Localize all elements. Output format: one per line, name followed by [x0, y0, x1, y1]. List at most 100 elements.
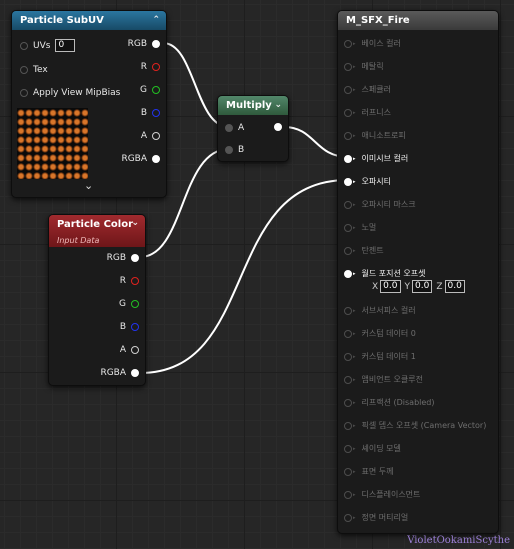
particle-color-node[interactable]: Particle Color Input Data ⌄ RGB R G B A … [48, 214, 146, 386]
material-input-pin[interactable]: ▸ 오파시티 [344, 176, 391, 187]
color-output-r[interactable]: R [120, 276, 139, 286]
wire-color-rgba-to-opacity [139, 179, 349, 374]
multiply-input-a[interactable]: A [225, 123, 244, 133]
pin-filled-icon [152, 155, 160, 163]
pin-arrow-icon: ▸ [353, 399, 356, 406]
pin-green-icon [152, 86, 160, 94]
particle-subuv-node[interactable]: Particle SubUV ⌃ UVs 0 Tex Apply View Mi… [11, 10, 167, 198]
material-input-pin[interactable]: ▸ 메탈릭 [344, 61, 384, 72]
output-b-label: B [119, 322, 126, 332]
material-input-label: 월드 포지션 오프셋 [361, 269, 426, 278]
pin-input-icon [225, 124, 233, 132]
pin-filled-icon [152, 40, 160, 48]
material-input-pin[interactable]: ▸ 오파시티 마스크 [344, 199, 416, 210]
pin-arrow-icon: ▸ [353, 468, 356, 475]
material-input-pin[interactable]: ▸ 러프니스 [344, 107, 391, 118]
wpo-y-field[interactable]: 0.0 [412, 280, 433, 293]
material-input-pin[interactable]: ▸ 표면 두께 [344, 466, 394, 477]
subuv-output-g[interactable]: G [140, 85, 160, 95]
texture-preview-thumbnail [17, 108, 88, 179]
material-input-label: 커스텀 데이터 0 [361, 329, 416, 338]
subuv-output-rgba[interactable]: RGBA [121, 154, 160, 164]
material-input-label: 스페큘러 [361, 85, 391, 94]
color-output-g[interactable]: G [119, 299, 139, 309]
material-input-label: 정면 머티리얼 [361, 513, 409, 522]
material-title: M_SFX_Fire [346, 15, 410, 26]
input-a-label: A [238, 123, 245, 133]
color-output-rgba[interactable]: RGBA [100, 368, 139, 378]
pin-arrow-icon: ▸ [353, 201, 356, 208]
material-input-pin[interactable]: ▸ 디스플레이스먼트 [344, 489, 420, 500]
pin-circle-icon [20, 66, 28, 74]
collapse-arrow-icon[interactable]: ⌄ [274, 96, 282, 115]
expand-arrow-icon[interactable]: ⌄ [84, 179, 93, 192]
material-result-node[interactable]: M_SFX_Fire ▸ 베이스 컬러 ▸ 메탈릭 ▸ 스페큘러 ▸ 러프니스 ▸ 애니소트로피 ▸… [337, 10, 499, 534]
multiply-header[interactable]: Multiply ⌄ [218, 96, 288, 115]
subuv-output-b[interactable]: B [141, 108, 160, 118]
wpo-x-field[interactable]: 0.0 [380, 280, 401, 293]
material-input-pin[interactable]: ▸ 이미시브 컬러 [344, 153, 408, 164]
pin-circle-icon [20, 41, 28, 50]
collapse-arrow-icon[interactable]: ⌃ [152, 11, 160, 30]
subuv-output-r[interactable]: R [141, 62, 160, 72]
material-input-pin[interactable]: ▸ 커스텀 데이터 0 [344, 328, 416, 339]
pin-circle-icon [344, 306, 352, 315]
material-input-label: 메탈릭 [361, 62, 384, 71]
pin-circle-icon [344, 329, 352, 338]
collapse-arrow-icon[interactable]: ⌄ [131, 215, 139, 231]
material-input-pin[interactable]: ▸ 노멀 [344, 222, 376, 233]
material-input-pin[interactable]: ▸ 정면 머티리얼 [344, 512, 408, 523]
watermark: VioletOokamiScythe [407, 535, 510, 546]
pin-circle-icon [344, 444, 352, 453]
color-output-b[interactable]: B [120, 322, 139, 332]
pin-circle-icon [344, 375, 352, 384]
mipbias-label: Apply View MipBias [33, 88, 121, 98]
subuv-output-rgb[interactable]: RGB [128, 39, 160, 49]
material-input-pin[interactable]: ▸ 애니소트로피 [344, 130, 406, 141]
pin-arrow-icon: ▸ [353, 155, 356, 162]
multiply-node[interactable]: Multiply ⌄ A B [217, 95, 289, 162]
material-input-pin[interactable]: ▸ 월드 포지션 오프셋 [344, 268, 425, 279]
pin-circle-icon [344, 154, 352, 163]
subuv-output-a[interactable]: A [141, 131, 160, 141]
tex-input-pin[interactable]: Tex [20, 65, 48, 75]
pin-alpha-icon [131, 346, 139, 354]
particle-color-title: Particle Color [57, 219, 134, 230]
material-input-pin[interactable]: ▸ 픽셀 뎁스 오프셋 (Camera Vector) [344, 420, 486, 431]
pin-circle-icon [344, 131, 352, 140]
material-input-pin[interactable]: ▸ 리프랙션 (Disabled) [344, 397, 435, 408]
pin-arrow-icon: ▸ [353, 445, 356, 452]
multiply-title: Multiply [226, 100, 272, 111]
material-input-pin[interactable]: ▸ 베이스 컬러 [344, 38, 401, 49]
output-rgb-label: RGB [127, 39, 147, 49]
pin-arrow-icon: ▸ [353, 63, 356, 70]
multiply-input-b[interactable]: B [225, 145, 244, 155]
pin-arrow-icon: ▸ [353, 224, 356, 231]
material-input-label: 오파시티 마스크 [361, 200, 416, 209]
output-rgba-label: RGBA [121, 154, 147, 164]
material-input-pin[interactable]: ▸ 앰비언트 오클루전 [344, 374, 423, 385]
pin-circle-icon [344, 398, 352, 407]
material-input-pin[interactable]: ▸ 셰이딩 모델 [344, 443, 401, 454]
uvs-input-pin[interactable]: UVs 0 [20, 39, 76, 52]
pin-arrow-icon: ▸ [353, 109, 356, 116]
particle-color-header[interactable]: Particle Color Input Data ⌄ [49, 215, 145, 247]
wpo-z-field[interactable]: 0.0 [444, 280, 465, 293]
pin-circle-icon [20, 89, 28, 97]
mipbias-input-pin[interactable]: Apply View MipBias [20, 88, 120, 98]
color-output-rgb[interactable]: RGB [107, 253, 139, 263]
material-input-label: 노멀 [361, 223, 377, 232]
pin-arrow-icon: ▸ [353, 376, 356, 383]
material-input-pin[interactable]: ▸ 탄젠트 [344, 245, 384, 256]
material-header[interactable]: M_SFX_Fire [338, 11, 498, 30]
material-input-pin[interactable]: ▸ 커스텀 데이터 1 [344, 351, 416, 362]
pin-arrow-icon: ▸ [353, 132, 356, 139]
material-input-label: 앰비언트 오클루전 [361, 375, 423, 384]
material-input-label: 디스플레이스먼트 [361, 490, 421, 499]
material-input-pin[interactable]: ▸ 스페큘러 [344, 84, 391, 95]
multiply-output[interactable] [274, 123, 282, 131]
uvs-value-field[interactable]: 0 [55, 39, 76, 52]
color-output-a[interactable]: A [120, 345, 139, 355]
material-input-pin[interactable]: ▸ 서브서피스 컬러 [344, 305, 416, 316]
particle-subuv-header[interactable]: Particle SubUV ⌃ [12, 11, 166, 30]
